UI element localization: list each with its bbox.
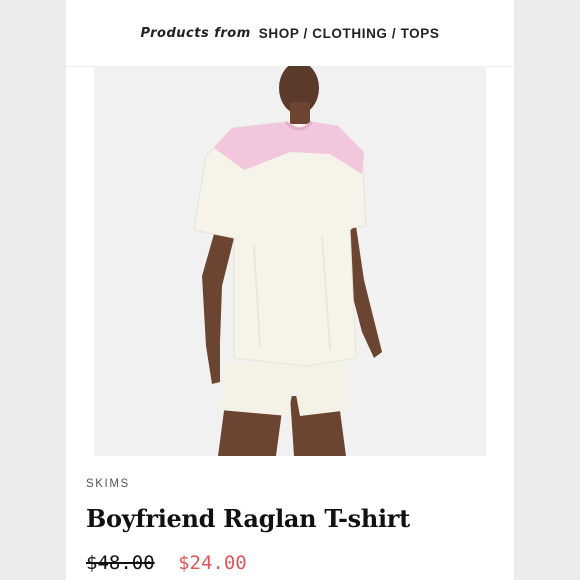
product-title[interactable]: Boyfriend Raglan T-shirt (86, 504, 410, 533)
original-price: $48.00 (86, 552, 155, 574)
breadcrumb-prefix: Products from (140, 25, 251, 41)
model-wearing-tshirt-illustration (94, 66, 486, 456)
sale-price: $24.00 (178, 552, 247, 574)
product-brand[interactable]: SKIMS (86, 478, 130, 490)
breadcrumb: Products from SHOP / CLOTHING / TOPS (66, 0, 514, 67)
product-image[interactable] (94, 66, 486, 456)
price-row: $48.00 $24.00 (86, 552, 247, 574)
product-card: Products from SHOP / CLOTHING / TOPS SKI… (66, 0, 514, 580)
breadcrumb-path-link[interactable]: SHOP / CLOTHING / TOPS (259, 26, 440, 41)
